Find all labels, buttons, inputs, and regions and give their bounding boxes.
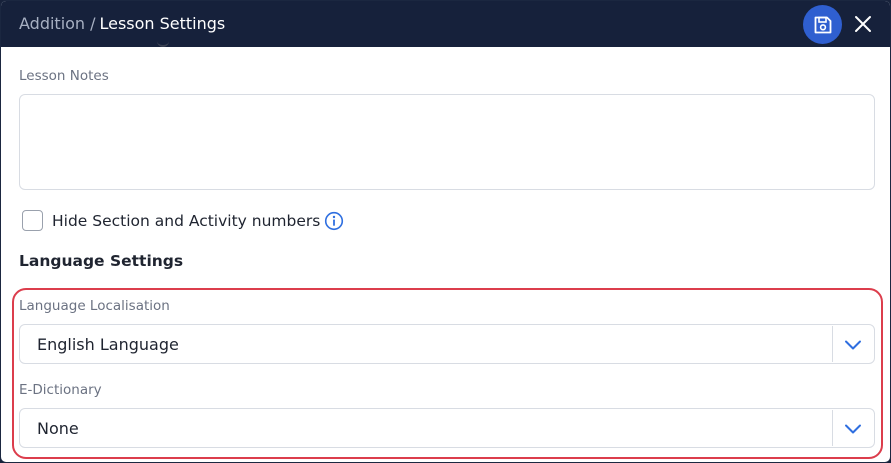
breadcrumb-separator: /: [90, 14, 96, 33]
e-dictionary-label: E-Dictionary: [19, 382, 102, 398]
chevron-down-icon[interactable]: [843, 337, 863, 353]
hide-numbers-label[interactable]: Hide Section and Activity numbers: [52, 211, 320, 231]
modal-header: Addition / Lesson Settings: [1, 1, 890, 47]
chevron-down-icon[interactable]: [843, 421, 863, 437]
close-button[interactable]: [850, 11, 876, 37]
e-dictionary-value: None: [37, 419, 79, 438]
language-localisation-label: Language Localisation: [19, 298, 170, 314]
save-button[interactable]: [803, 5, 842, 44]
hide-numbers-checkbox[interactable]: [22, 210, 43, 231]
e-dictionary-select[interactable]: None: [19, 408, 875, 448]
close-x-icon: [855, 16, 871, 32]
select-divider: [832, 410, 833, 446]
lesson-settings-modal: Addition / Lesson Settings Lesson Notes Hi…: [0, 0, 891, 463]
language-localisation-select[interactable]: English Language: [19, 324, 875, 364]
lesson-notes-textarea[interactable]: [19, 94, 875, 190]
breadcrumb: Addition / Lesson Settings: [19, 13, 225, 35]
floppy-disk-icon: [814, 16, 831, 33]
language-settings-heading: Language Settings: [19, 252, 184, 270]
info-circle-icon[interactable]: [324, 211, 344, 231]
lesson-notes-label: Lesson Notes: [19, 68, 109, 84]
language-localisation-value: English Language: [37, 335, 179, 354]
breadcrumb-parent[interactable]: Addition: [19, 14, 85, 33]
select-divider: [832, 326, 833, 362]
breadcrumb-current: Lesson Settings: [99, 14, 226, 33]
